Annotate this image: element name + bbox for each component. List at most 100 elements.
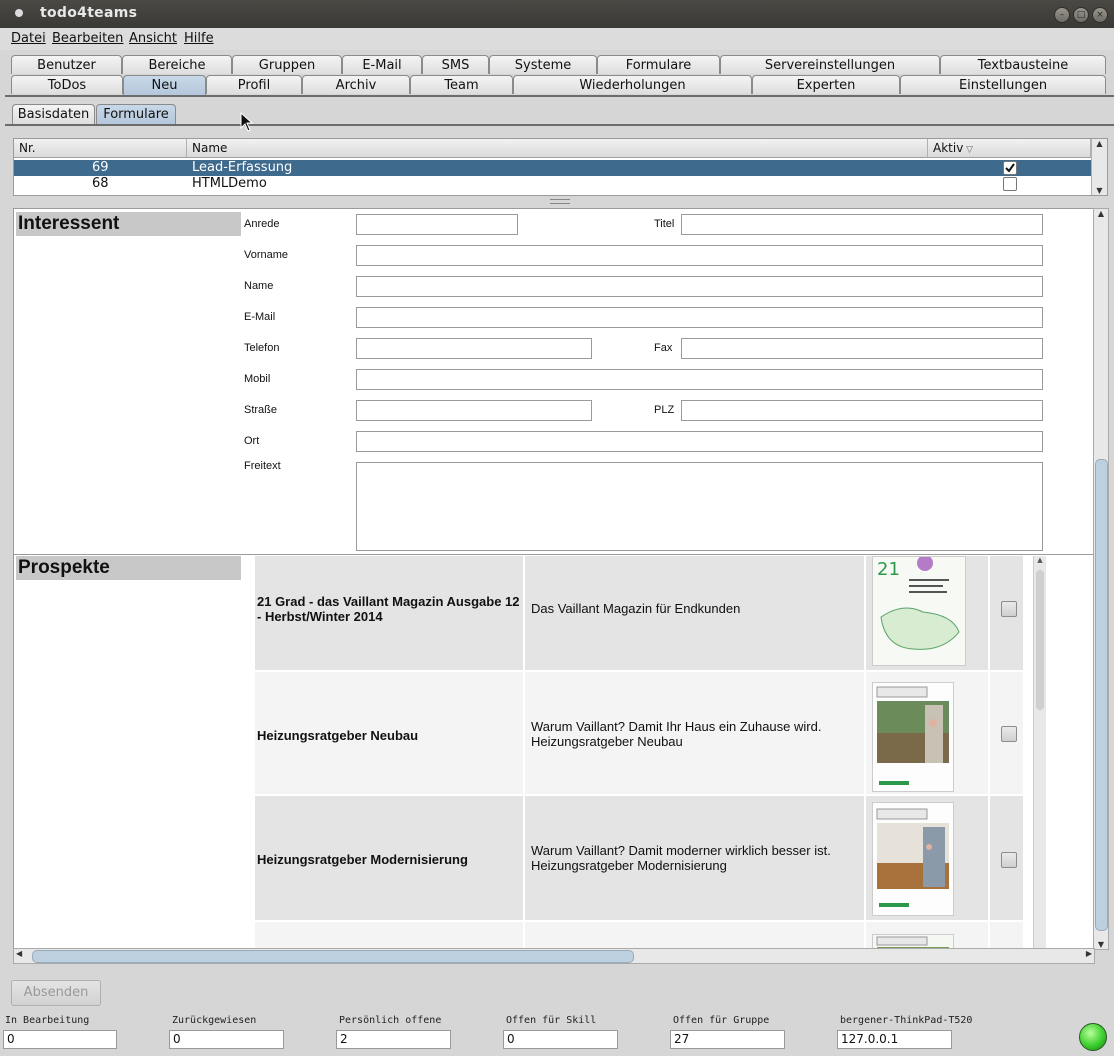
ort-input[interactable]: [356, 431, 1043, 452]
brochure-cover-icon: [873, 683, 953, 791]
forms-table: Nr. Name Aktiv ▽ 69 Lead-Erfassung 68 HT…: [13, 138, 1108, 196]
tab-servereinstellungen[interactable]: Servereinstellungen: [720, 55, 940, 74]
scroll-up-icon[interactable]: ▲: [1092, 139, 1107, 148]
table-row[interactable]: 68 HTMLDemo: [14, 176, 1091, 192]
tab-systeme[interactable]: Systeme: [489, 55, 597, 74]
prospekte-scrollbar[interactable]: ▲: [1033, 556, 1046, 949]
status-label: Offen für Skill: [506, 1015, 597, 1026]
tab-profil[interactable]: Profil: [206, 75, 302, 94]
tab-wiederholungen[interactable]: Wiederholungen: [513, 75, 752, 94]
strasse-input[interactable]: [356, 400, 592, 421]
section-title-prospekte: Prospekte: [16, 556, 241, 580]
aktiv-checkbox[interactable]: [1003, 177, 1017, 191]
prospekt-row: 21 Grad - das Vaillant Magazin Ausgabe 1…: [255, 556, 1025, 670]
fax-input[interactable]: [681, 338, 1043, 359]
status-label: In Bearbeitung: [5, 1015, 90, 1026]
status-field-persoenlich-offene: 2: [336, 1030, 451, 1049]
menu-bearbeiten[interactable]: Bearbeiten: [52, 31, 123, 46]
label-telefon: Telefon: [244, 342, 280, 354]
prospekt-title: Heizungsratgeber Neubau: [257, 728, 419, 743]
split-pane-divider[interactable]: [550, 199, 570, 204]
label-email: E-Mail: [244, 311, 276, 323]
section-title-interessent: Interessent: [16, 212, 241, 236]
prospekt-row: Heizungsratgeber Neubau Warum Vaillant? …: [255, 670, 1025, 794]
prospekt-desc: Warum Vaillant? Damit Ihr Haus ein Zuhau…: [531, 719, 822, 749]
column-header-aktiv[interactable]: Aktiv ▽: [928, 139, 1091, 158]
menu-ansicht[interactable]: Ansicht: [129, 31, 177, 46]
tab-email[interactable]: E-Mail: [342, 55, 422, 74]
tab-einstellungen[interactable]: Einstellungen: [900, 75, 1106, 94]
scroll-left-icon[interactable]: ◀: [16, 949, 22, 958]
prospekt-title: Heizungsratgeber Modernisierung: [257, 852, 468, 867]
label-anrede: Anrede: [244, 218, 280, 230]
tab-sms[interactable]: SMS: [422, 55, 489, 74]
prospekt-row: Heizungsratgeber Modernisierung Warum Va…: [255, 794, 1025, 920]
app-icon: [15, 9, 23, 17]
minimize-icon[interactable]: –: [1054, 7, 1070, 23]
status-label: bergener-ThinkPad-T520: [840, 1015, 973, 1026]
tab-todos[interactable]: ToDos: [11, 75, 123, 94]
name-input[interactable]: [356, 276, 1043, 297]
titel-input[interactable]: [681, 214, 1043, 235]
absenden-button[interactable]: Absenden: [11, 980, 101, 1006]
tab-textbausteine[interactable]: Textbausteine: [940, 55, 1106, 74]
menu-bar: Datei Bearbeiten Ansicht Hilfe: [0, 28, 1114, 50]
status-label: Persönlich offene: [339, 1015, 442, 1026]
scroll-thumb[interactable]: [1095, 459, 1108, 931]
tab-gruppen[interactable]: Gruppen: [232, 55, 342, 74]
scroll-thumb[interactable]: [1036, 570, 1044, 710]
aktiv-checkbox[interactable]: [1003, 161, 1017, 175]
row-nr: 69: [92, 160, 109, 175]
close-icon[interactable]: ×: [1092, 7, 1108, 23]
maximize-icon[interactable]: □: [1073, 7, 1089, 23]
label-ort: Ort: [244, 435, 260, 447]
scroll-down-icon[interactable]: ▼: [1092, 186, 1107, 195]
row-nr: 68: [92, 176, 109, 191]
form-horizontal-scrollbar[interactable]: ◀ ▶: [13, 948, 1095, 964]
tab-experten[interactable]: Experten: [752, 75, 900, 94]
subtab-formulare[interactable]: Formulare: [96, 104, 176, 125]
prospekt-checkbox[interactable]: [1001, 852, 1017, 868]
status-field-offen-fuer-skill: 0: [503, 1030, 618, 1049]
prospekt-checkbox[interactable]: [1001, 726, 1017, 742]
tab-benutzer[interactable]: Benutzer: [11, 55, 122, 74]
email-input[interactable]: [356, 307, 1043, 328]
form-vertical-scrollbar[interactable]: ▲ ▼: [1093, 208, 1109, 950]
row-name: HTMLDemo: [192, 176, 267, 191]
magazine-cover-icon: 21: [873, 557, 965, 665]
prospekt-thumbnail: [872, 682, 954, 792]
tab-team[interactable]: Team: [410, 75, 513, 94]
label-name: Name: [244, 280, 274, 292]
table-row[interactable]: 69 Lead-Erfassung: [14, 160, 1091, 176]
label-fax: Fax: [654, 342, 673, 354]
telefon-input[interactable]: [356, 338, 592, 359]
column-header-name[interactable]: Name: [187, 139, 928, 158]
tab-formulare[interactable]: Formulare: [597, 55, 720, 74]
status-label: Offen für Gruppe: [673, 1015, 770, 1026]
checkmark-icon: [1005, 163, 1015, 173]
tab-archiv[interactable]: Archiv: [302, 75, 410, 94]
freitext-textarea[interactable]: [356, 462, 1043, 551]
prospekt-checkbox[interactable]: [1001, 601, 1017, 617]
label-mobil: Mobil: [244, 373, 271, 385]
prospekt-desc: Warum Vaillant? Damit moderner wirklich …: [531, 843, 831, 873]
menu-datei[interactable]: Datei: [11, 31, 46, 46]
scroll-up-icon[interactable]: ▲: [1094, 209, 1108, 218]
column-header-nr[interactable]: Nr.: [14, 139, 187, 158]
scroll-down-icon[interactable]: ▼: [1094, 940, 1108, 949]
table-scrollbar[interactable]: ▲ ▼: [1091, 139, 1107, 195]
anrede-input[interactable]: [356, 214, 518, 235]
connection-status-indicator: [1079, 1023, 1107, 1051]
plz-input[interactable]: [681, 400, 1043, 421]
subtab-basisdaten[interactable]: Basisdaten: [12, 104, 95, 124]
tab-bereiche[interactable]: Bereiche: [122, 55, 232, 74]
prospekt-thumbnail: [872, 802, 954, 916]
tab-neu[interactable]: Neu: [123, 75, 206, 96]
scroll-up-icon[interactable]: ▲: [1034, 556, 1046, 564]
brochure-cover-icon: [873, 803, 953, 915]
scroll-thumb[interactable]: [32, 950, 634, 963]
scroll-right-icon[interactable]: ▶: [1086, 949, 1092, 958]
vorname-input[interactable]: [356, 245, 1043, 266]
menu-hilfe[interactable]: Hilfe: [184, 31, 214, 46]
mobil-input[interactable]: [356, 369, 1043, 390]
